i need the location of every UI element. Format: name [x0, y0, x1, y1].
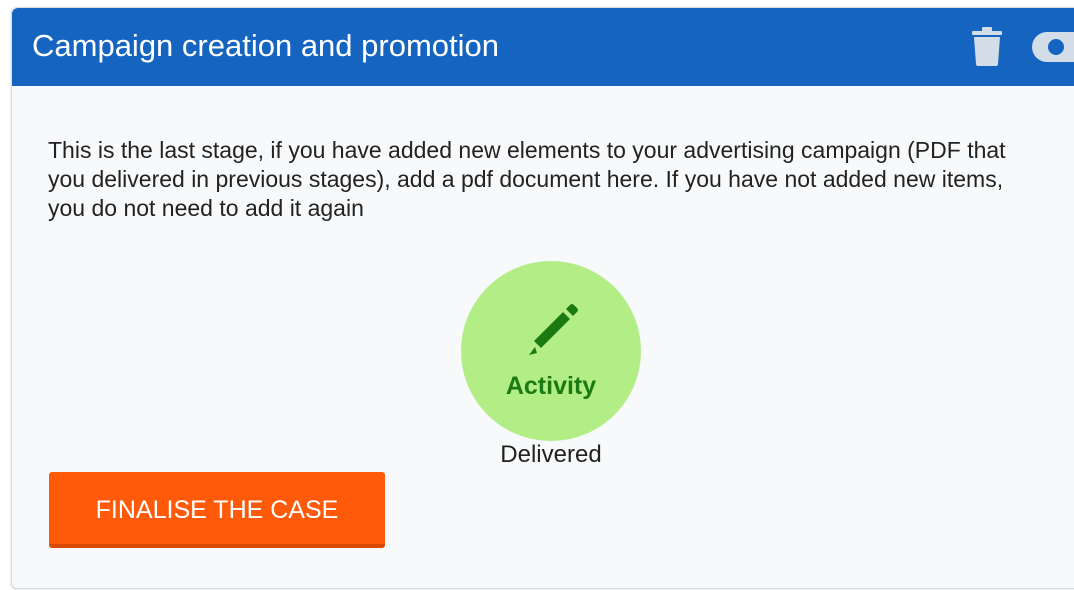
stage-description: This is the last stage, if you have adde… — [48, 137, 1006, 221]
activity-label: Activity — [505, 372, 597, 400]
stage-card: Campaign creation and promotion This is … — [11, 7, 1074, 589]
trash-icon[interactable] — [970, 26, 1004, 66]
activity-button[interactable]: Activity — [461, 261, 641, 441]
toggle-icon[interactable] — [1032, 32, 1074, 62]
card-title: Campaign creation and promotion — [32, 28, 499, 63]
activity-status: Delivered — [500, 441, 602, 468]
card-header: Campaign creation and promotion — [12, 8, 1074, 86]
pencil-icon — [529, 304, 578, 355]
finalise-case-button[interactable]: FINALISE THE CASE — [49, 472, 385, 548]
